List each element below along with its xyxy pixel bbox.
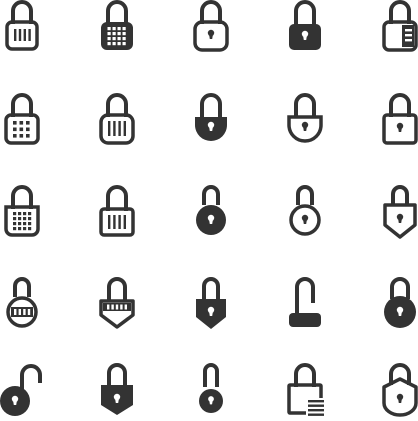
shield-padlock-solid-icon (186, 277, 236, 335)
combination-padlock-outline-icon (92, 93, 142, 151)
round-combination-lock-icon (0, 277, 47, 335)
half-round-padlock-solid-icon (186, 93, 236, 151)
tall-keypad-lock-icon (0, 185, 47, 243)
open-round-padlock-icon (0, 363, 47, 421)
padlock-side-dial-icon (375, 0, 418, 58)
keypad-padlock-outline-icon (0, 93, 47, 151)
keypad-lock-icon (92, 0, 142, 58)
combination-lock-icon (0, 0, 47, 58)
padlock-keyhole-solid-icon (280, 0, 330, 58)
flat-padlock-icon (280, 277, 330, 335)
shield-padlock-solid-alt-icon (92, 363, 142, 421)
padlock-icon-grid (0, 0, 418, 417)
round-padlock-outline-icon (280, 185, 330, 243)
tall-combination-lock-icon (92, 185, 142, 243)
shield-combination-lock-icon (92, 277, 142, 335)
square-padlock-outline-icon (375, 93, 418, 151)
padlock-keyhole-outline-icon (186, 0, 236, 58)
padlock-with-lines-icon (280, 363, 330, 421)
round-padlock-large-solid-icon (375, 277, 418, 335)
padlock-shield-outline-icon (375, 363, 418, 421)
shield-padlock-outline-icon (375, 185, 418, 243)
small-round-padlock-icon (186, 363, 236, 421)
half-round-padlock-outline-icon (280, 93, 330, 151)
round-padlock-solid-icon (186, 185, 236, 243)
